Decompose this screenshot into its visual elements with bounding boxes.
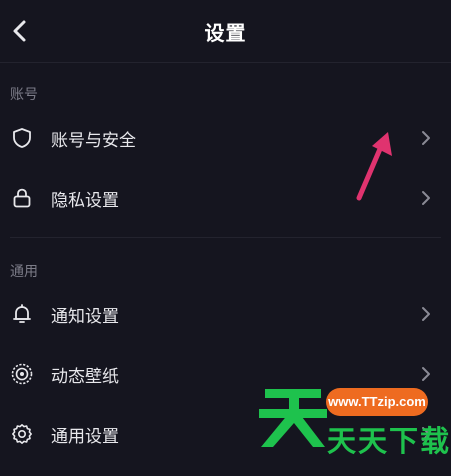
settings-item-label: 通用设置 [51, 427, 119, 447]
section-label-general: 通用 [10, 264, 38, 280]
settings-item-notifications[interactable]: 通知设置 [0, 286, 451, 342]
watermark-url: www.TTzip.com [326, 388, 428, 416]
section-label-account: 账号 [10, 87, 38, 103]
section-divider [10, 237, 441, 238]
bell-icon [13, 304, 31, 323]
chevron-right-icon [422, 131, 430, 145]
watermark-text: 天天下载 [327, 424, 451, 458]
settings-item-label: 通知设置 [51, 307, 119, 327]
live-wallpaper-icon [11, 363, 33, 385]
settings-item-label: 动态壁纸 [51, 367, 119, 387]
shield-icon [13, 128, 31, 148]
settings-item-label: 账号与安全 [51, 131, 136, 151]
lock-icon [13, 188, 31, 208]
gear-icon [12, 424, 32, 444]
settings-item-label: 隐私设置 [51, 191, 119, 211]
annotation-arrow [356, 132, 392, 201]
settings-screen: 设置 账号 账号与安全 隐私设置 通用 通知设置 动态壁纸 通用设置 www.T… [0, 0, 451, 476]
chevron-right-icon [422, 191, 430, 205]
chevron-right-icon [422, 307, 430, 321]
top-bar: 设置 [0, 0, 451, 63]
watermark-logo [257, 383, 335, 453]
chevron-right-icon [422, 367, 430, 381]
page-title: 设置 [204, 21, 247, 45]
